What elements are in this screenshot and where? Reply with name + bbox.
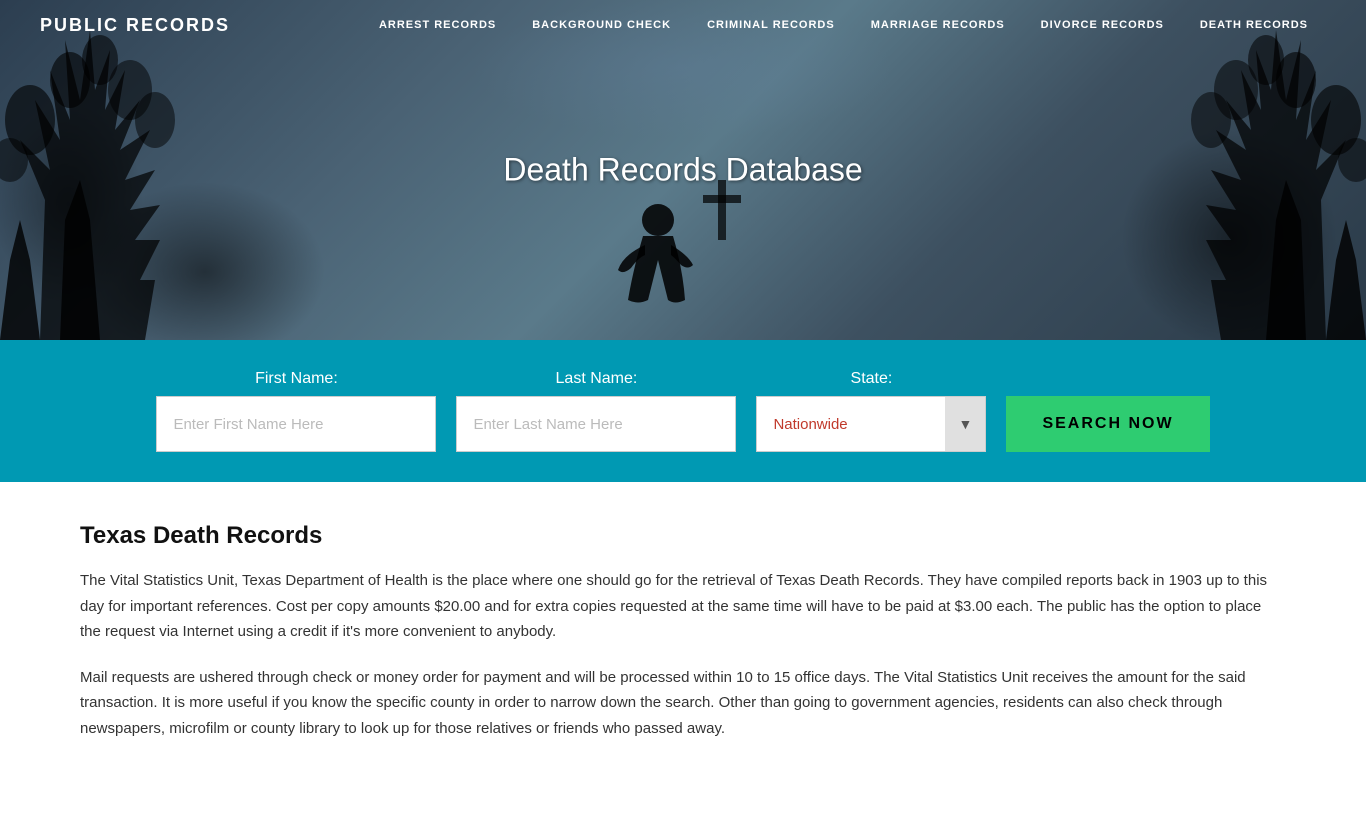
content-title: Texas Death Records [80, 522, 1286, 550]
state-label: State: [756, 370, 986, 388]
content-paragraph-1: The Vital Statistics Unit, Texas Departm… [80, 568, 1286, 645]
header: PUBLIC RECORDS ARREST RECORDSBACKGROUND … [0, 0, 1366, 50]
last-name-input[interactable] [456, 396, 736, 452]
search-section: First Name: Last Name: State: Nationwide… [0, 340, 1366, 482]
nav-link-criminal-records[interactable]: CRIMINAL RECORDS [689, 19, 853, 31]
state-select[interactable]: NationwideAlabamaAlaskaArizonaArkansasCa… [757, 397, 985, 451]
first-name-field: First Name: [156, 370, 436, 452]
search-now-button[interactable]: SEARCH NOW [1006, 396, 1209, 452]
tree-silhouette-left [0, 20, 220, 340]
hero-title: Death Records Database [503, 152, 862, 189]
state-field: State: NationwideAlabamaAlaskaArizonaArk… [756, 370, 986, 452]
nav-link-death-records[interactable]: DEATH RECORDS [1182, 19, 1326, 31]
nav-link-marriage-records[interactable]: MARRIAGE RECORDS [853, 19, 1023, 31]
hero-section: Death Records Database [0, 0, 1366, 340]
content-paragraph-2: Mail requests are ushered through check … [80, 665, 1286, 742]
last-name-label: Last Name: [456, 370, 736, 388]
first-name-label: First Name: [156, 370, 436, 388]
first-name-input[interactable] [156, 396, 436, 452]
site-logo[interactable]: PUBLIC RECORDS [40, 15, 230, 36]
last-name-field: Last Name: [456, 370, 736, 452]
main-content: Texas Death Records The Vital Statistics… [0, 482, 1366, 821]
nav-link-divorce-records[interactable]: DIVORCE RECORDS [1023, 19, 1182, 31]
nav-link-arrest-records[interactable]: ARREST RECORDS [361, 19, 514, 31]
tree-silhouette-right [1146, 20, 1366, 340]
state-select-wrapper: NationwideAlabamaAlaskaArizonaArkansasCa… [756, 396, 986, 452]
main-nav: ARREST RECORDSBACKGROUND CHECKCRIMINAL R… [361, 19, 1326, 31]
nav-link-background-check[interactable]: BACKGROUND CHECK [514, 19, 689, 31]
